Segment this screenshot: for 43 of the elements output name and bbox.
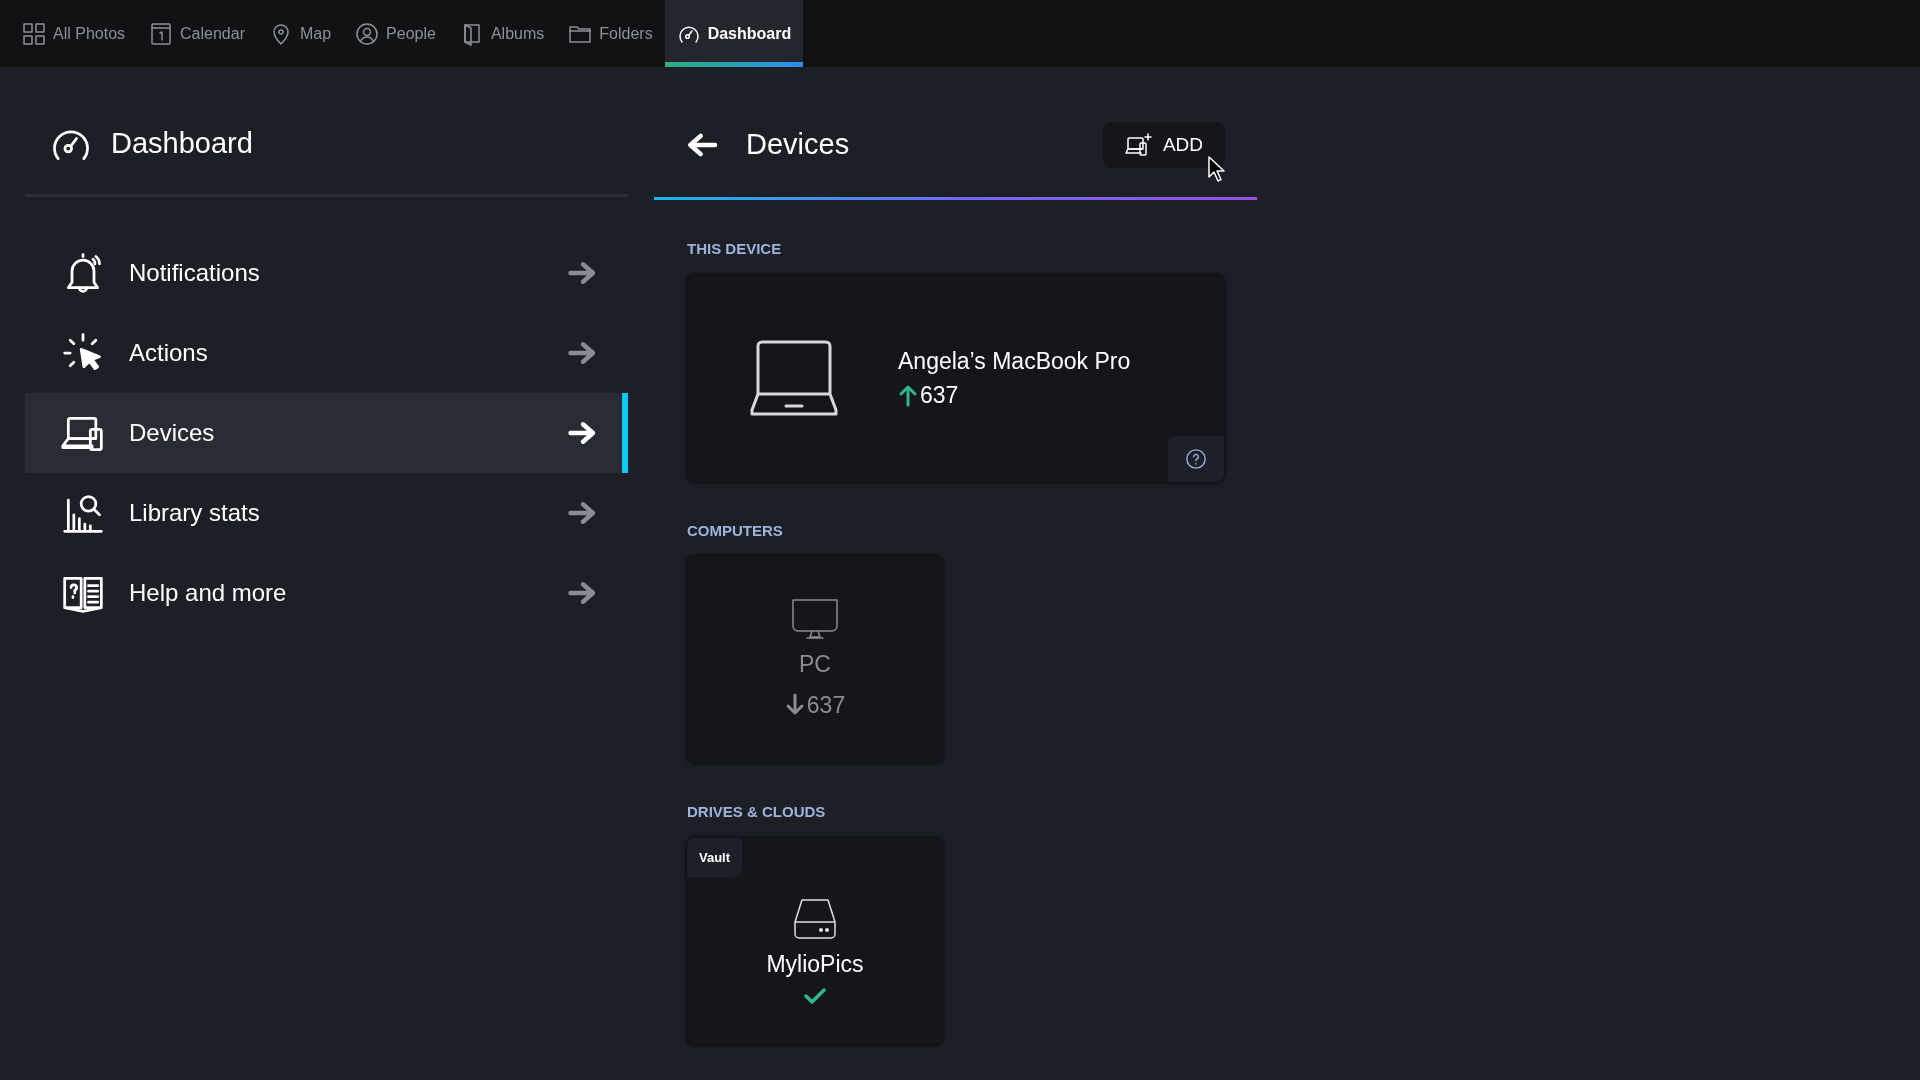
tab[interactable]: Calendar — [137, 0, 257, 67]
section-heading: DRIVES & CLOUDS — [687, 802, 827, 822]
add-button[interactable]: ADD — [1102, 121, 1225, 169]
device-card[interactable]: Angela’s MacBook Pro 637 — [687, 274, 1224, 482]
arrow-right-icon — [568, 500, 598, 526]
arrow-left-icon — [686, 132, 718, 158]
mouse-pointer-icon — [1207, 155, 1227, 183]
grid-icon — [22, 21, 46, 46]
tab[interactable]: Dashboard — [664, 0, 804, 67]
sidebar-item[interactable]: Help and more — [25, 553, 628, 633]
help-button[interactable] — [1168, 435, 1224, 482]
sidebar-item[interactable]: Library stats — [25, 473, 628, 553]
tab[interactable]: Folders — [556, 0, 665, 67]
arrow-right-icon — [568, 340, 598, 366]
drive-icon — [792, 896, 838, 941]
arrow-right-icon — [568, 580, 598, 606]
tab[interactable]: All Photos — [10, 0, 138, 67]
back-button[interactable] — [686, 132, 718, 158]
sidebar-item[interactable]: Notifications — [25, 233, 628, 313]
device-name: PC — [799, 650, 831, 679]
sync-count: 637 — [784, 687, 846, 722]
drive-name: MylioPics — [766, 949, 864, 979]
vault-label: Vault — [687, 837, 743, 877]
arrow-right-icon — [568, 260, 598, 286]
sidebar-item[interactable]: Actions — [25, 313, 628, 393]
section-heading: COMPUTERS — [687, 520, 784, 541]
device-name: Angela’s MacBook Pro — [898, 346, 1131, 376]
tab[interactable]: Albums — [447, 0, 557, 67]
arrow-right-icon — [568, 420, 598, 446]
monitor-icon — [790, 597, 840, 641]
sidebar-item[interactable]: Devices — [25, 393, 628, 473]
section-heading: THIS DEVICE — [687, 239, 783, 259]
person-icon — [355, 21, 380, 46]
panel-title: Devices — [746, 127, 850, 163]
panel-title: Dashboard — [111, 125, 253, 161]
tab[interactable]: Map — [257, 0, 344, 67]
tab[interactable]: People — [343, 0, 448, 67]
sync-count: 637 — [898, 378, 1131, 413]
calendar-icon — [149, 21, 174, 46]
drive-card[interactable]: Vault MylioPics — [687, 837, 943, 1045]
device-card[interactable]: PC 637 — [687, 556, 943, 763]
help-icon — [1185, 447, 1207, 470]
add-device-icon — [1124, 133, 1153, 157]
